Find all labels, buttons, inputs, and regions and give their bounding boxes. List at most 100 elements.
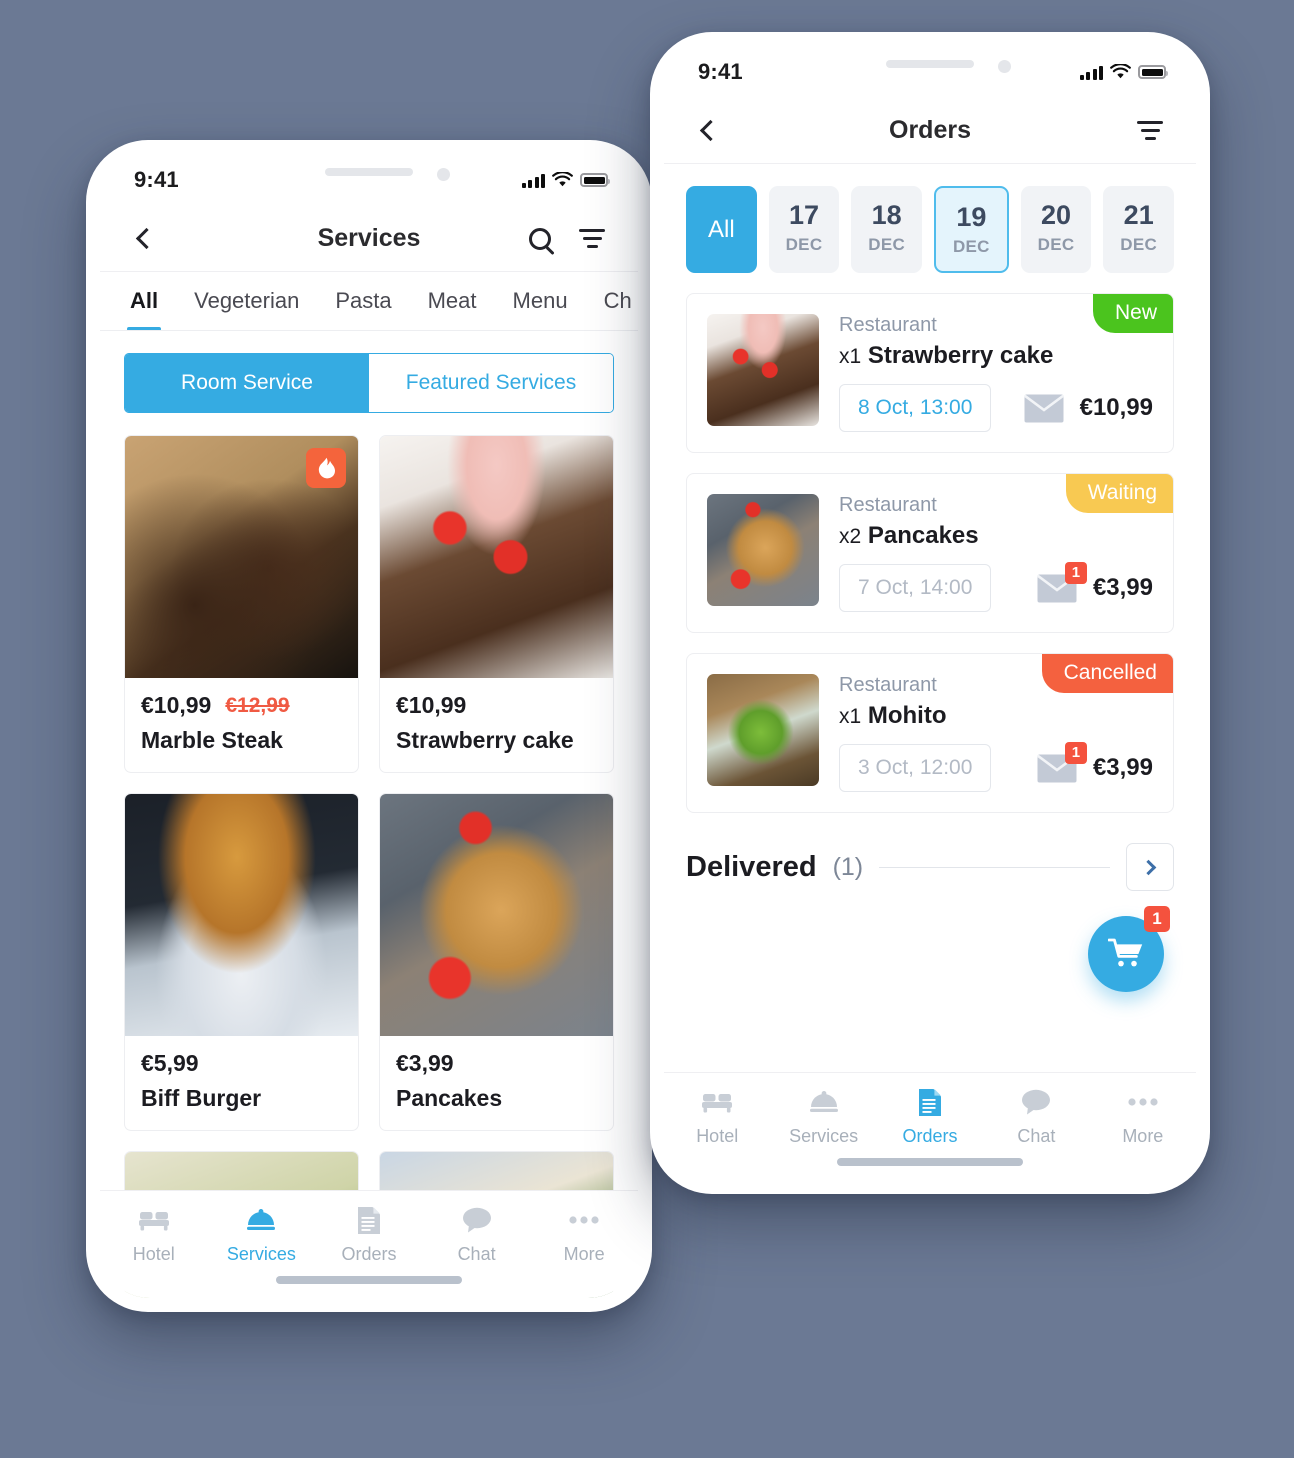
order-time: 3 Oct, 12:00 (839, 744, 992, 792)
tab-label: Hotel (696, 1126, 739, 1146)
product-card-strawberry-cake[interactable]: €10,99 Strawberry cake (379, 435, 614, 773)
date-day: 19 (956, 202, 987, 232)
segment-room-service[interactable]: Room Service (125, 354, 369, 412)
date-chip-18[interactable]: 18 DEC (851, 186, 923, 273)
cart-badge: 1 (1144, 906, 1170, 932)
category-tab-all[interactable]: All (126, 288, 162, 330)
cart-fab-button[interactable]: 1 (1088, 906, 1170, 992)
status-time: 9:41 (698, 59, 743, 84)
status-badge: Cancelled (1041, 654, 1173, 693)
message-button[interactable] (1023, 393, 1064, 423)
product-price: €10,99 (141, 692, 212, 718)
tab-chat[interactable]: Chat (423, 1205, 531, 1265)
segment-featured-services[interactable]: Featured Services (369, 354, 613, 412)
product-image (380, 794, 613, 1036)
status-badge: Waiting (1065, 474, 1173, 513)
delivered-title: Delivered (686, 850, 817, 883)
order-card-strawberry-cake[interactable]: Restaurant x1 Strawberry cake 8 Oct, 13:… (686, 293, 1174, 453)
status-badge: New (1092, 294, 1173, 333)
status-time: 9:41 (134, 167, 179, 192)
order-thumbnail (707, 494, 819, 606)
nav-actions (1130, 111, 1170, 151)
tab-chat[interactable]: Chat (983, 1087, 1089, 1147)
order-item-name: Mohito (867, 702, 947, 729)
message-button[interactable]: 1 (1036, 561, 1087, 603)
order-thumbnail (707, 314, 819, 426)
tab-hotel[interactable]: Hotel (100, 1205, 208, 1265)
tab-orders[interactable]: Orders (877, 1087, 983, 1147)
status-indicators (1079, 64, 1168, 80)
search-icon (529, 227, 551, 250)
home-indicator (276, 1276, 462, 1284)
order-price: €3,99 (1092, 574, 1153, 601)
bed-icon (702, 1087, 733, 1117)
product-card-pancakes[interactable]: €3,99 Pancakes (379, 793, 614, 1131)
order-thumbnail (707, 674, 819, 786)
tab-more[interactable]: More (1090, 1087, 1196, 1147)
message-button[interactable]: 1 (1036, 741, 1087, 783)
product-card-marble-steak[interactable]: €10,99 €12,99 Marble Steak (124, 435, 359, 773)
category-tab-meat[interactable]: Meat (428, 288, 477, 330)
category-tab-vegeterian[interactable]: Vegeterian (194, 288, 299, 330)
order-card-pancakes[interactable]: Restaurant x2 Pancakes 7 Oct, 14:00 1 €3… (686, 473, 1174, 633)
filter-button[interactable] (1130, 111, 1170, 151)
tab-more[interactable]: More (530, 1205, 638, 1265)
product-name: Strawberry cake (396, 727, 574, 753)
tab-services[interactable]: Services (208, 1205, 316, 1265)
delivered-expand-button[interactable] (1126, 843, 1174, 891)
order-card-mohito[interactable]: Restaurant x1 Mohito 3 Oct, 12:00 1 €3,9… (686, 653, 1174, 813)
date-month: DEC (868, 235, 906, 254)
screen-orders: 9:41 Orders All 17 DEC 18 DEC 19 DEC 20 … (664, 46, 1196, 1180)
order-meta-row: 3 Oct, 12:00 1 €3,99 (839, 741, 1153, 792)
category-tab-partial[interactable]: Ch (604, 288, 632, 330)
date-chip-21[interactable]: 21 DEC (1103, 186, 1175, 273)
signal-bars-icon (1079, 65, 1103, 80)
back-button[interactable] (126, 219, 166, 259)
filter-icon (579, 229, 605, 248)
filter-button[interactable] (572, 219, 612, 259)
order-qty: x1 (839, 705, 862, 728)
date-chip-all[interactable]: All (686, 186, 757, 273)
product-name: Biff Burger (141, 1085, 262, 1111)
date-chip-20[interactable]: 20 DEC (1020, 186, 1092, 273)
product-card-biff-burger[interactable]: €5,99 Biff Burger (124, 793, 359, 1131)
order-item-name: Pancakes (867, 522, 979, 549)
nav-header-right: Orders (664, 98, 1196, 164)
date-day: 18 (871, 200, 902, 230)
ellipsis-icon (1128, 1087, 1158, 1117)
date-chip-19[interactable]: 19 DEC (934, 186, 1009, 273)
speaker-grill (325, 168, 413, 176)
chat-bubble-icon (462, 1205, 492, 1235)
bottom-tab-bar-left: Hotel Services Orders Chat More (100, 1190, 638, 1298)
tab-services[interactable]: Services (770, 1087, 876, 1147)
status-indicators (521, 172, 610, 188)
status-bar-left: 9:41 (100, 154, 638, 206)
flame-icon (306, 448, 346, 488)
divider (879, 866, 1110, 868)
product-name: Pancakes (396, 1085, 503, 1111)
chevron-left-icon (135, 227, 157, 250)
category-tab-menu[interactable]: Menu (513, 288, 568, 330)
tab-hotel[interactable]: Hotel (664, 1087, 770, 1147)
nav-header-left: Services (100, 206, 638, 272)
order-meta-row: 7 Oct, 14:00 1 €3,99 (839, 561, 1153, 612)
service-type-segmented-control: Room Service Featured Services (124, 353, 614, 413)
date-chip-17[interactable]: 17 DEC (768, 186, 840, 273)
shopping-cart-icon (1108, 938, 1143, 967)
price-row: €10,99 (396, 692, 597, 719)
price-row: €10,99 €12,99 (141, 692, 342, 719)
category-tab-pasta[interactable]: Pasta (335, 288, 391, 330)
search-button[interactable] (520, 219, 560, 259)
product-info: €10,99 Strawberry cake (380, 678, 613, 772)
tab-orders[interactable]: Orders (315, 1205, 423, 1265)
product-price: €3,99 (396, 1050, 454, 1076)
wifi-icon (552, 172, 573, 187)
back-button[interactable] (690, 111, 730, 151)
category-tab-bar: All Vegeterian Pasta Meat Menu Ch (100, 272, 638, 331)
tab-label: Orders (902, 1126, 958, 1146)
scene: 9:41 Services All Vegeterian Pasta Meat … (0, 0, 1294, 1458)
nav-actions (520, 219, 612, 259)
wifi-icon (1110, 64, 1131, 79)
delivered-count: (1) (832, 852, 864, 881)
date-month: DEC (1120, 235, 1158, 254)
